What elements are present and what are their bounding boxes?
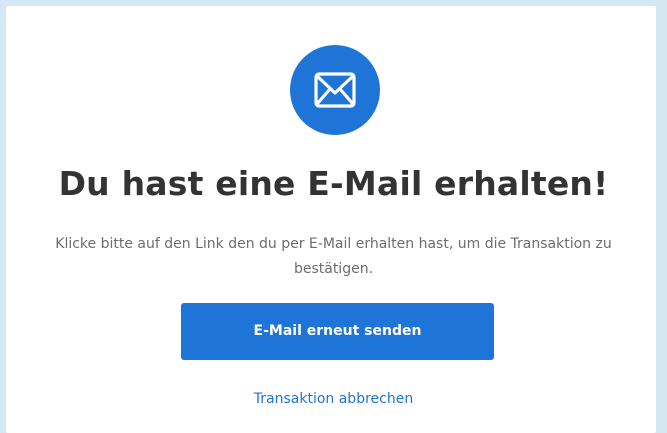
cancel-transaction-link[interactable]: Transaktion abbrechen [0, 388, 667, 410]
page-background: Du hast eine E-Mail erhalten! Klicke bit… [0, 0, 667, 433]
mail-envelope-icon [314, 72, 356, 108]
page-title: Du hast eine E-Mail erhalten! [58, 164, 609, 203]
resend-email-button[interactable]: E-Mail erneut senden [181, 303, 494, 360]
mail-icon-badge [290, 45, 380, 135]
instruction-text: Klicke bitte auf den Link den du per E-M… [55, 236, 612, 277]
